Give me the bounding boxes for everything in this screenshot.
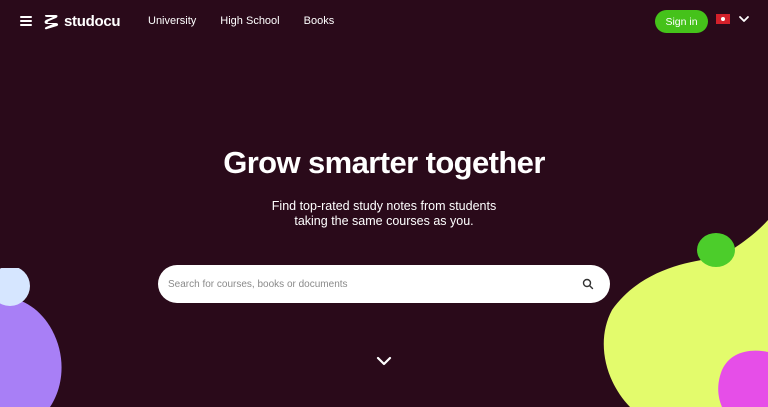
hero-subtitle-line-1: Find top-rated study notes from students <box>271 199 497 213</box>
search-icon[interactable] <box>582 278 594 290</box>
nav-books[interactable]: Books <box>304 15 335 27</box>
decorative-blob-right <box>603 220 768 407</box>
hong-kong-flag-icon <box>716 14 730 24</box>
sign-in-button[interactable]: Sign in <box>655 10 708 33</box>
hero-subtitle-line-2: taking the same courses as you. <box>294 214 474 228</box>
decorative-blob-left <box>0 268 62 407</box>
main-nav: University High School Books <box>148 15 358 27</box>
green-blob <box>697 233 735 267</box>
search-input[interactable] <box>168 265 568 303</box>
nav-high-school[interactable]: High School <box>220 15 279 27</box>
search-bar[interactable] <box>158 265 610 303</box>
page: studocu University High School Books Sig… <box>0 0 768 407</box>
lavender-blob <box>0 297 62 407</box>
lightblue-blob <box>0 268 30 306</box>
studocu-logo[interactable]: studocu <box>43 11 121 31</box>
top-navigation-bar: studocu University High School Books Sig… <box>0 0 768 44</box>
hero-subtitle: Find top-rated study notes from students… <box>234 199 534 229</box>
language-selector[interactable] <box>716 14 750 24</box>
hamburger-menu-icon[interactable] <box>20 16 32 26</box>
chevron-down-icon <box>739 16 749 22</box>
hero-title: Grow smarter together <box>223 145 545 180</box>
nav-university[interactable]: University <box>148 15 196 27</box>
logo-text: studocu <box>64 12 121 30</box>
scroll-down-chevron-icon[interactable] <box>375 355 393 367</box>
studocu-logo-icon <box>44 14 59 29</box>
